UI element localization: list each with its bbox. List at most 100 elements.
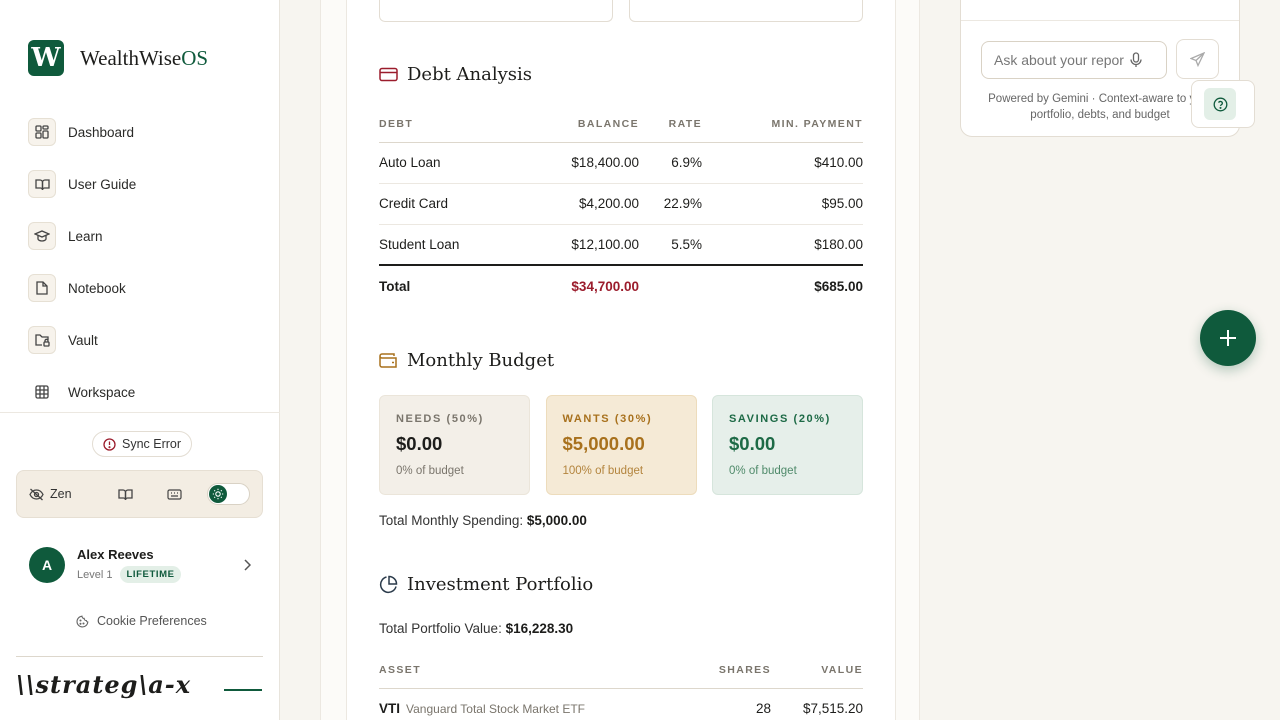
pie-chart-icon — [379, 575, 398, 594]
table-total-row: Total $34,700.00 $685.00 — [379, 264, 863, 307]
col-asset: ASSET — [379, 652, 679, 689]
sidebar-item-label: Notebook — [68, 280, 126, 296]
chat-input[interactable] — [994, 52, 1124, 68]
col-rate: RATE — [639, 106, 702, 143]
table-row: Credit Card $4,200.00 22.9% $95.00 — [379, 183, 863, 225]
user-info: Alex Reeves Level 1 LIFETIME — [77, 547, 243, 583]
sidebar-toolbar: Zen — [16, 470, 263, 518]
zen-mode-button[interactable]: Zen — [29, 479, 101, 509]
send-button[interactable] — [1176, 39, 1219, 79]
grid-icon — [28, 118, 56, 146]
divider — [16, 656, 263, 657]
add-button[interactable] — [1200, 310, 1256, 366]
help-circle-icon — [1204, 88, 1236, 120]
chevron-right-icon — [244, 559, 251, 571]
debt-table: DEBT BALANCE RATE MIN. PAYMENT Auto Loan… — [379, 106, 863, 307]
debt-payment: $95.00 — [702, 183, 863, 225]
sidebar-footer: Sync Error Zen A Alex Reeves Level 1 LIF… — [0, 412, 280, 699]
avatar: A — [29, 547, 65, 583]
sun-icon — [208, 485, 227, 503]
report-card: Debt Analysis DEBT BALANCE RATE MIN. PAY… — [346, 0, 896, 720]
budget-card-wants: WANTS (30%) $5,000.00 100% of budget — [545, 395, 697, 495]
book-open-icon — [118, 488, 133, 500]
table-row: Auto Loan $18,400.00 6.9% $410.00 — [379, 142, 863, 184]
asset-cell: VTI Vanguard Total Stock Market ETF — [379, 688, 679, 720]
table-header: ASSET SHARES VALUE — [379, 652, 863, 689]
asset-shares: 28 — [679, 688, 771, 720]
cookie-icon — [76, 615, 89, 628]
debt-payment: $180.00 — [702, 224, 863, 266]
sidebar-item-dashboard[interactable]: Dashboard — [28, 106, 136, 158]
budget-percent: 0% of budget — [729, 465, 797, 477]
sidebar-item-workspace[interactable]: Workspace — [28, 366, 136, 418]
table-icon — [28, 378, 56, 406]
table-header: DEBT BALANCE RATE MIN. PAYMENT — [379, 106, 863, 143]
wallet-icon — [379, 353, 397, 368]
debt-rate: 5.5% — [639, 224, 702, 266]
file-icon — [28, 274, 56, 302]
user-profile[interactable]: A Alex Reeves Level 1 LIFETIME — [29, 543, 251, 587]
budget-amount: $5,000.00 — [562, 433, 645, 454]
sidebar-nav: Dashboard User Guide Learn Notebook Vaul… — [28, 118, 136, 418]
col-value: VALUE — [771, 652, 863, 689]
sidebar-item-label: Learn — [68, 228, 103, 244]
table-row: Student Loan $12,100.00 5.5% $180.00 — [379, 224, 863, 266]
col-balance: BALANCE — [539, 106, 639, 143]
theme-toggle[interactable] — [206, 483, 250, 505]
asset-value: $7,515.20 — [771, 688, 863, 720]
total-portfolio-value: Total Portfolio Value: $16,228.30 — [379, 621, 574, 636]
total-monthly-spending: Total Monthly Spending: $5,000.00 — [379, 513, 587, 528]
help-button[interactable] — [1191, 80, 1255, 128]
total-label: Total — [379, 264, 539, 307]
col-shares: SHARES — [679, 652, 771, 689]
plan-badge: LIFETIME — [120, 566, 181, 583]
graduation-cap-icon — [28, 222, 56, 250]
asset-ticker: VTI — [379, 701, 401, 716]
debt-payment: $410.00 — [702, 142, 863, 184]
col-min-payment: MIN. PAYMENT — [702, 106, 863, 143]
cookie-label: Cookie Preferences — [97, 614, 207, 628]
budget-label: SAVINGS (20%) — [729, 413, 831, 425]
guide-button[interactable] — [101, 479, 150, 509]
sync-status-label: Sync Error — [122, 437, 182, 451]
total-rate-empty — [639, 264, 702, 307]
debt-analysis-title: Debt Analysis — [379, 64, 532, 85]
svg-text:\\strateg\a-x: \\strateg\a-x — [16, 671, 191, 699]
cookie-preferences-link[interactable]: Cookie Preferences — [76, 614, 207, 628]
col-debt: DEBT — [379, 106, 539, 143]
budget-amount: $0.00 — [396, 433, 443, 454]
portfolio-table: ASSET SHARES VALUE VTI Vanguard Total Sto… — [379, 652, 863, 720]
send-icon — [1190, 51, 1205, 67]
sidebar-item-vault[interactable]: Vault — [28, 314, 136, 366]
app-logo[interactable]: W WealthWiseOS — [28, 40, 208, 76]
sidebar-item-label: Workspace — [68, 384, 136, 400]
budget-card-savings: SAVINGS (20%) $0.00 0% of budget — [712, 395, 863, 495]
user-level: Level 1 — [77, 568, 113, 581]
alert-circle-icon — [103, 437, 116, 451]
chat-input-wrapper — [981, 41, 1167, 79]
debt-rate: 6.9% — [639, 142, 702, 184]
sidebar-item-user-guide[interactable]: User Guide — [28, 158, 136, 210]
budget-label: NEEDS (50%) — [396, 413, 484, 425]
sync-status-button[interactable]: Sync Error — [92, 431, 193, 457]
book-open-icon — [28, 170, 56, 198]
divider — [961, 20, 1239, 21]
budget-cards: NEEDS (50%) $0.00 0% of budget WANTS (30… — [379, 395, 863, 495]
total-balance: $34,700.00 — [539, 264, 639, 307]
debt-balance: $18,400.00 — [539, 142, 639, 184]
eye-off-icon — [29, 488, 44, 500]
sidebar-item-learn[interactable]: Learn — [28, 210, 136, 262]
card-stub-left — [379, 0, 613, 22]
debt-name: Student Loan — [379, 224, 539, 266]
folder-lock-icon — [28, 326, 56, 354]
sidebar-item-label: Vault — [68, 332, 98, 348]
keyboard-shortcuts-button[interactable] — [150, 479, 199, 509]
debt-balance: $12,100.00 — [539, 224, 639, 266]
microphone-icon[interactable] — [1130, 52, 1142, 68]
user-name: Alex Reeves — [77, 547, 154, 562]
card-stub-right — [629, 0, 863, 22]
sidebar-item-notebook[interactable]: Notebook — [28, 262, 136, 314]
budget-card-needs: NEEDS (50%) $0.00 0% of budget — [379, 395, 530, 495]
investment-portfolio-title: Investment Portfolio — [379, 574, 593, 595]
debt-rate: 22.9% — [639, 183, 702, 225]
